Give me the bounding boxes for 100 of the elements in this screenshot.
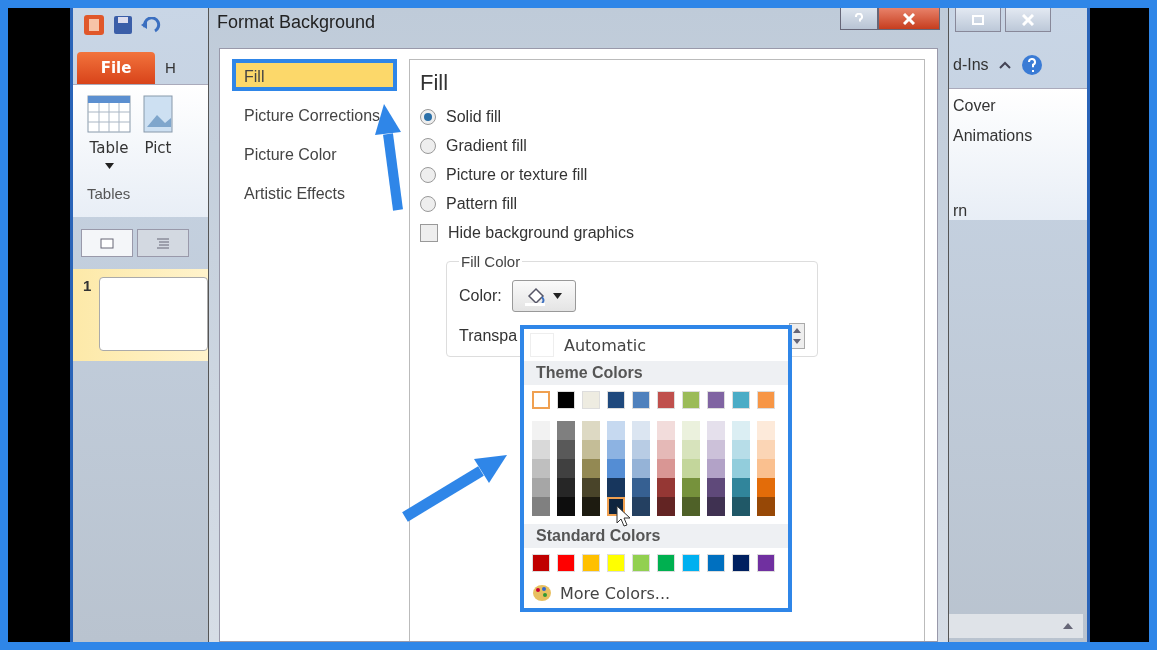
color-swatch[interactable] (532, 391, 550, 409)
nav-item[interactable]: Picture Corrections (232, 98, 397, 130)
color-swatch[interactable] (557, 478, 575, 497)
color-swatch[interactable] (707, 554, 725, 572)
color-swatch[interactable] (532, 554, 550, 572)
color-swatch[interactable] (757, 421, 775, 440)
color-swatch[interactable] (557, 459, 575, 478)
color-swatch[interactable] (557, 421, 575, 440)
undo-icon[interactable] (141, 17, 161, 33)
nav-item[interactable]: Artistic Effects (232, 176, 397, 208)
file-tab[interactable]: File (77, 52, 155, 84)
color-swatch[interactable] (682, 459, 700, 478)
radio-button[interactable] (420, 137, 436, 154)
close-button[interactable] (878, 8, 940, 30)
color-swatch[interactable] (607, 421, 625, 440)
color-swatch[interactable] (532, 459, 550, 478)
color-swatch[interactable] (557, 391, 575, 409)
color-swatch[interactable] (682, 440, 700, 459)
color-swatch[interactable] (532, 440, 550, 459)
color-swatch[interactable] (657, 497, 675, 516)
color-swatch[interactable] (682, 391, 700, 409)
color-swatch[interactable] (707, 497, 725, 516)
color-swatch[interactable] (682, 554, 700, 572)
color-swatch[interactable] (582, 478, 600, 497)
color-swatch[interactable] (532, 497, 550, 516)
ribbon-button[interactable]: Cover (953, 97, 1087, 115)
color-swatch[interactable] (707, 421, 725, 440)
color-swatch[interactable] (732, 421, 750, 440)
color-swatch[interactable] (607, 554, 625, 572)
ribbon-tab[interactable]: H (165, 59, 176, 84)
slide-thumbnail[interactable] (99, 277, 208, 351)
color-swatch[interactable] (582, 440, 600, 459)
color-swatch[interactable] (757, 459, 775, 478)
color-swatch[interactable] (607, 478, 625, 497)
color-swatch[interactable] (557, 554, 575, 572)
ribbon-button[interactable]: Table (87, 95, 131, 185)
color-swatch[interactable] (757, 554, 775, 572)
color-swatch[interactable] (582, 497, 600, 516)
ribbon-button[interactable]: Animations (953, 127, 1087, 145)
color-picker-button[interactable] (511, 280, 576, 312)
outline-tab[interactable] (137, 229, 189, 257)
ribbon-tab[interactable]: d-Ins (953, 56, 989, 74)
color-swatch[interactable] (632, 478, 650, 497)
color-swatch[interactable] (607, 440, 625, 459)
color-swatch[interactable] (657, 478, 675, 497)
color-swatch[interactable] (632, 459, 650, 478)
color-swatch[interactable] (732, 391, 750, 409)
color-swatch[interactable] (657, 459, 675, 478)
radio-button[interactable] (420, 195, 436, 212)
color-swatch[interactable] (607, 391, 625, 409)
color-swatch[interactable] (707, 440, 725, 459)
color-swatch[interactable] (632, 554, 650, 572)
color-swatch[interactable] (657, 391, 675, 409)
restore-button[interactable] (955, 8, 1001, 32)
save-icon[interactable] (113, 15, 133, 35)
color-swatch[interactable] (632, 391, 650, 409)
scroll-button[interactable] (949, 614, 1083, 638)
help-icon[interactable] (1020, 54, 1043, 76)
color-swatch[interactable] (557, 440, 575, 459)
close-button[interactable] (1005, 8, 1051, 32)
color-swatch[interactable] (607, 459, 625, 478)
color-swatch[interactable] (657, 554, 675, 572)
color-swatch[interactable] (632, 421, 650, 440)
slides-tab[interactable] (81, 229, 133, 257)
color-swatch[interactable] (732, 459, 750, 478)
checkbox[interactable] (420, 223, 438, 242)
color-swatch[interactable] (732, 554, 750, 572)
color-swatch[interactable] (532, 421, 550, 440)
color-swatch[interactable] (707, 391, 725, 409)
color-swatch[interactable] (682, 421, 700, 440)
color-swatch[interactable] (757, 391, 775, 409)
color-swatch[interactable] (582, 421, 600, 440)
color-swatch[interactable] (682, 478, 700, 497)
ribbon-button[interactable]: Pict (143, 95, 173, 185)
color-swatch[interactable] (707, 459, 725, 478)
nav-item[interactable]: Fill (232, 59, 397, 91)
help-button[interactable] (840, 8, 878, 30)
collapse-icon[interactable] (998, 61, 1011, 69)
color-swatch[interactable] (757, 478, 775, 497)
color-swatch[interactable] (532, 478, 550, 497)
color-swatch[interactable] (732, 440, 750, 459)
color-swatch[interactable] (582, 554, 600, 572)
color-swatch[interactable] (707, 478, 725, 497)
slide-row[interactable]: 1 (73, 269, 208, 361)
radio-button[interactable] (420, 166, 436, 183)
nav-item[interactable]: Picture Color (232, 137, 397, 169)
app-logo-icon[interactable] (83, 14, 105, 36)
color-swatch[interactable] (657, 421, 675, 440)
color-swatch[interactable] (632, 440, 650, 459)
color-swatch[interactable] (757, 497, 775, 516)
color-swatch[interactable] (557, 497, 575, 516)
color-swatch[interactable] (757, 440, 775, 459)
radio-button[interactable] (420, 108, 436, 125)
color-swatch[interactable] (632, 497, 650, 516)
color-swatch[interactable] (582, 391, 600, 409)
color-swatch[interactable] (657, 440, 675, 459)
color-swatch[interactable] (732, 497, 750, 516)
color-swatch[interactable] (732, 478, 750, 497)
color-swatch[interactable] (582, 459, 600, 478)
color-swatch[interactable] (682, 497, 700, 516)
